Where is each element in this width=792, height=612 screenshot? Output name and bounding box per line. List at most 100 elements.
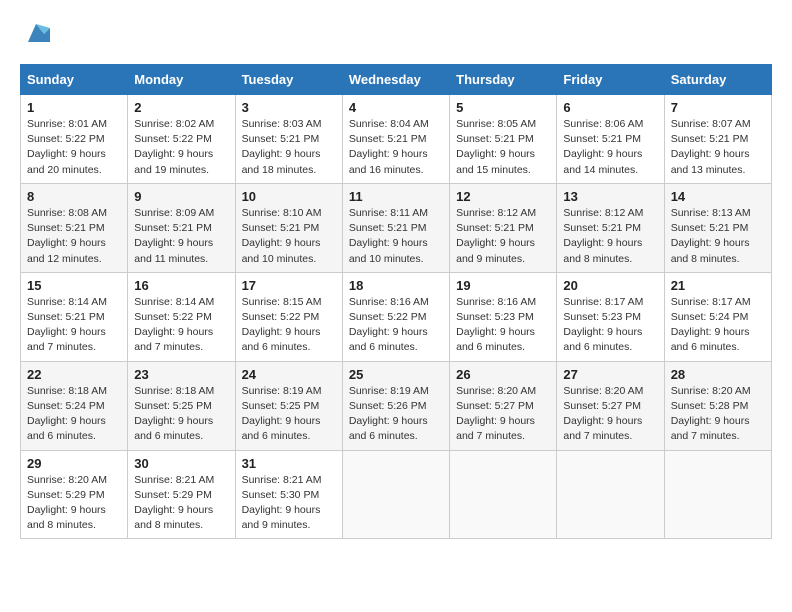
day-number: 29 — [27, 456, 121, 471]
calendar-day-header: Monday — [128, 65, 235, 95]
calendar-cell: 13 Sunrise: 8:12 AMSunset: 5:21 PMDayligh… — [557, 183, 664, 272]
calendar-cell: 30 Sunrise: 8:21 AMSunset: 5:29 PMDayligh… — [128, 450, 235, 539]
calendar-cell: 17Sunrise: 8:15 AMSunset: 5:22 PMDayligh… — [235, 272, 342, 361]
day-info: Sunrise: 8:06 AMSunset: 5:21 PMDaylight:… — [563, 117, 657, 178]
day-info: Sunrise: 8:19 AMSunset: 5:26 PMDaylight:… — [349, 384, 443, 445]
calendar-cell: 23 Sunrise: 8:18 AMSunset: 5:25 PMDayligh… — [128, 361, 235, 450]
day-info: Sunrise: 8:21 AMSunset: 5:30 PMDaylight:… — [242, 473, 336, 534]
calendar-cell: 4 Sunrise: 8:04 AMSunset: 5:21 PMDaylight… — [342, 95, 449, 184]
day-number: 21 — [671, 278, 765, 293]
day-number: 31 — [242, 456, 336, 471]
calendar-cell — [557, 450, 664, 539]
day-info: Sunrise: 8:21 AMSunset: 5:29 PMDaylight:… — [134, 473, 228, 534]
day-number: 20 — [563, 278, 657, 293]
calendar-cell: 12 Sunrise: 8:12 AMSunset: 5:21 PMDayligh… — [450, 183, 557, 272]
day-number: 9 — [134, 189, 228, 204]
calendar-table: SundayMondayTuesdayWednesdayThursdayFrid… — [20, 64, 772, 539]
day-info: Sunrise: 8:04 AMSunset: 5:21 PMDaylight:… — [349, 117, 443, 178]
day-info: Sunrise: 8:07 AMSunset: 5:21 PMDaylight:… — [671, 117, 765, 178]
day-number: 15 — [27, 278, 121, 293]
day-info: Sunrise: 8:15 AMSunset: 5:22 PMDaylight:… — [242, 295, 336, 356]
page-header — [20, 20, 772, 48]
calendar-day-header: Tuesday — [235, 65, 342, 95]
day-number: 30 — [134, 456, 228, 471]
calendar-cell — [664, 450, 771, 539]
calendar-cell: 2Sunrise: 8:02 AMSunset: 5:22 PMDaylight… — [128, 95, 235, 184]
calendar-cell: 7 Sunrise: 8:07 AMSunset: 5:21 PMDaylight… — [664, 95, 771, 184]
day-info: Sunrise: 8:17 AMSunset: 5:23 PMDaylight:… — [563, 295, 657, 356]
day-info: Sunrise: 8:09 AMSunset: 5:21 PMDaylight:… — [134, 206, 228, 267]
day-number: 5 — [456, 100, 550, 115]
calendar-cell: 31 Sunrise: 8:21 AMSunset: 5:30 PMDayligh… — [235, 450, 342, 539]
calendar-cell: 18Sunrise: 8:16 AMSunset: 5:22 PMDayligh… — [342, 272, 449, 361]
calendar-cell: 10 Sunrise: 8:10 AMSunset: 5:21 PMDayligh… — [235, 183, 342, 272]
calendar-cell: 26 Sunrise: 8:20 AMSunset: 5:27 PMDayligh… — [450, 361, 557, 450]
day-info: Sunrise: 8:08 AMSunset: 5:21 PMDaylight:… — [27, 206, 121, 267]
day-info: Sunrise: 8:20 AMSunset: 5:27 PMDaylight:… — [563, 384, 657, 445]
day-number: 11 — [349, 189, 443, 204]
calendar-cell: 8Sunrise: 8:08 AMSunset: 5:21 PMDaylight… — [21, 183, 128, 272]
day-number: 14 — [671, 189, 765, 204]
day-info: Sunrise: 8:18 AMSunset: 5:25 PMDaylight:… — [134, 384, 228, 445]
calendar-cell: 16Sunrise: 8:14 AMSunset: 5:22 PMDayligh… — [128, 272, 235, 361]
calendar-day-header: Wednesday — [342, 65, 449, 95]
day-number: 19 — [456, 278, 550, 293]
calendar-day-header: Thursday — [450, 65, 557, 95]
day-number: 2 — [134, 100, 228, 115]
day-info: Sunrise: 8:12 AMSunset: 5:21 PMDaylight:… — [563, 206, 657, 267]
day-number: 28 — [671, 367, 765, 382]
day-number: 1 — [27, 100, 121, 115]
day-info: Sunrise: 8:10 AMSunset: 5:21 PMDaylight:… — [242, 206, 336, 267]
calendar-cell: 20 Sunrise: 8:17 AMSunset: 5:23 PMDayligh… — [557, 272, 664, 361]
calendar-week-row: 29Sunrise: 8:20 AMSunset: 5:29 PMDayligh… — [21, 450, 772, 539]
day-info: Sunrise: 8:03 AMSunset: 5:21 PMDaylight:… — [242, 117, 336, 178]
day-info: Sunrise: 8:01 AMSunset: 5:22 PMDaylight:… — [27, 117, 121, 178]
day-info: Sunrise: 8:14 AMSunset: 5:22 PMDaylight:… — [134, 295, 228, 356]
day-info: Sunrise: 8:20 AMSunset: 5:27 PMDaylight:… — [456, 384, 550, 445]
day-number: 10 — [242, 189, 336, 204]
calendar-cell: 28Sunrise: 8:20 AMSunset: 5:28 PMDayligh… — [664, 361, 771, 450]
calendar-day-header: Friday — [557, 65, 664, 95]
day-info: Sunrise: 8:17 AMSunset: 5:24 PMDaylight:… — [671, 295, 765, 356]
day-info: Sunrise: 8:14 AMSunset: 5:21 PMDaylight:… — [27, 295, 121, 356]
day-number: 6 — [563, 100, 657, 115]
calendar-cell: 22Sunrise: 8:18 AMSunset: 5:24 PMDayligh… — [21, 361, 128, 450]
calendar-cell: 5 Sunrise: 8:05 AMSunset: 5:21 PMDaylight… — [450, 95, 557, 184]
day-info: Sunrise: 8:18 AMSunset: 5:24 PMDaylight:… — [27, 384, 121, 445]
calendar-cell: 1 Sunrise: 8:01 AMSunset: 5:22 PMDaylight… — [21, 95, 128, 184]
logo-icon — [22, 20, 50, 48]
calendar-cell: 29Sunrise: 8:20 AMSunset: 5:29 PMDayligh… — [21, 450, 128, 539]
day-number: 26 — [456, 367, 550, 382]
day-info: Sunrise: 8:11 AMSunset: 5:21 PMDaylight:… — [349, 206, 443, 267]
day-number: 4 — [349, 100, 443, 115]
calendar-week-row: 1 Sunrise: 8:01 AMSunset: 5:22 PMDaylight… — [21, 95, 772, 184]
logo — [20, 20, 50, 48]
calendar-week-row: 15 Sunrise: 8:14 AMSunset: 5:21 PMDayligh… — [21, 272, 772, 361]
calendar-cell: 6 Sunrise: 8:06 AMSunset: 5:21 PMDaylight… — [557, 95, 664, 184]
day-info: Sunrise: 8:16 AMSunset: 5:23 PMDaylight:… — [456, 295, 550, 356]
calendar-cell: 24 Sunrise: 8:19 AMSunset: 5:25 PMDayligh… — [235, 361, 342, 450]
calendar-cell: 3 Sunrise: 8:03 AMSunset: 5:21 PMDaylight… — [235, 95, 342, 184]
calendar-cell: 9 Sunrise: 8:09 AMSunset: 5:21 PMDaylight… — [128, 183, 235, 272]
day-info: Sunrise: 8:16 AMSunset: 5:22 PMDaylight:… — [349, 295, 443, 356]
day-number: 24 — [242, 367, 336, 382]
day-number: 12 — [456, 189, 550, 204]
day-number: 27 — [563, 367, 657, 382]
day-number: 3 — [242, 100, 336, 115]
calendar-cell: 14Sunrise: 8:13 AMSunset: 5:21 PMDayligh… — [664, 183, 771, 272]
calendar-cell: 27 Sunrise: 8:20 AMSunset: 5:27 PMDayligh… — [557, 361, 664, 450]
day-info: Sunrise: 8:19 AMSunset: 5:25 PMDaylight:… — [242, 384, 336, 445]
calendar-day-header: Sunday — [21, 65, 128, 95]
day-info: Sunrise: 8:05 AMSunset: 5:21 PMDaylight:… — [456, 117, 550, 178]
day-number: 7 — [671, 100, 765, 115]
calendar-cell: 11 Sunrise: 8:11 AMSunset: 5:21 PMDayligh… — [342, 183, 449, 272]
calendar-cell: 19 Sunrise: 8:16 AMSunset: 5:23 PMDayligh… — [450, 272, 557, 361]
calendar-cell: 15 Sunrise: 8:14 AMSunset: 5:21 PMDayligh… — [21, 272, 128, 361]
calendar-cell: 25Sunrise: 8:19 AMSunset: 5:26 PMDayligh… — [342, 361, 449, 450]
calendar-week-row: 8Sunrise: 8:08 AMSunset: 5:21 PMDaylight… — [21, 183, 772, 272]
calendar-cell — [342, 450, 449, 539]
day-info: Sunrise: 8:12 AMSunset: 5:21 PMDaylight:… — [456, 206, 550, 267]
day-number: 23 — [134, 367, 228, 382]
calendar-day-header: Saturday — [664, 65, 771, 95]
day-number: 13 — [563, 189, 657, 204]
